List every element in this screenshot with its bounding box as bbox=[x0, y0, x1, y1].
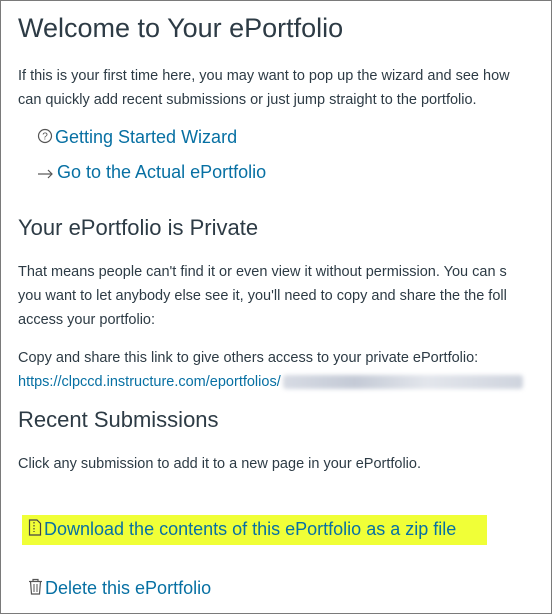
recent-submissions-text: Click any submission to add it to a new … bbox=[18, 456, 421, 472]
zip-file-icon bbox=[28, 519, 42, 541]
go-to-eportfolio-link[interactable]: Go to the Actual ePortfolio bbox=[37, 162, 266, 184]
private-section-title: Your ePortfolio is Private bbox=[18, 215, 259, 240]
download-zip-link[interactable]: Download the contents of this ePortfolio… bbox=[28, 519, 456, 541]
getting-started-wizard-link[interactable]: ? Getting Started Wizard bbox=[37, 127, 237, 149]
intro-line-2: can quickly add recent submissions or ju… bbox=[18, 92, 477, 108]
svg-text:?: ? bbox=[42, 131, 48, 142]
question-circle-icon: ? bbox=[37, 128, 53, 149]
recent-submissions-title: Recent Submissions bbox=[18, 407, 219, 432]
trash-icon bbox=[28, 578, 43, 600]
share-link-label: Copy and share this link to give others … bbox=[18, 350, 479, 366]
private-line-1: That means people can't find it or even … bbox=[18, 264, 507, 280]
getting-started-wizard-label: Getting Started Wizard bbox=[55, 127, 238, 147]
private-line-2: you want to let anybody else see it, you… bbox=[18, 288, 507, 304]
delete-eportfolio-link[interactable]: Delete this ePortfolio bbox=[28, 578, 211, 600]
page-title: Welcome to Your ePortfolio bbox=[18, 13, 344, 43]
intro-line-1: If this is your first time here, you may… bbox=[18, 68, 510, 84]
share-link-url[interactable]: https://clpccd.instructure.com/eportfoli… bbox=[18, 374, 281, 390]
arrow-right-icon bbox=[37, 163, 55, 184]
download-zip-label: Download the contents of this ePortfolio… bbox=[44, 519, 457, 539]
go-to-eportfolio-label: Go to the Actual ePortfolio bbox=[57, 162, 267, 182]
private-line-3: access your portfolio: bbox=[18, 312, 156, 328]
redacted-token bbox=[282, 375, 523, 390]
delete-eportfolio-label: Delete this ePortfolio bbox=[45, 578, 212, 598]
share-link-row: https://clpccd.instructure.com/eportfoli… bbox=[18, 370, 523, 394]
